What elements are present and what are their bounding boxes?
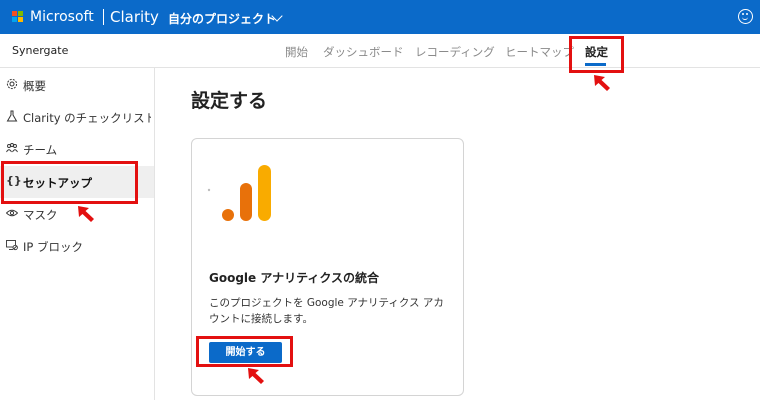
tab-start[interactable]: 開始 xyxy=(285,44,308,60)
sub-header: Synergate 開始 ダッシュボード レコーディング ヒートマップ 設定 xyxy=(0,34,760,68)
project-selector[interactable]: 自分のプロジェクト xyxy=(168,10,276,27)
sidebar-item-label: IP ブロック xyxy=(23,240,83,254)
annotation-box-settings-tab xyxy=(569,36,624,73)
flask-icon xyxy=(6,110,18,122)
tab-recordings[interactable]: レコーディング xyxy=(415,44,495,60)
gear-icon xyxy=(6,78,18,90)
sidebar-item-label: チーム xyxy=(23,143,58,157)
sidebar-item-team[interactable]: チーム xyxy=(0,134,154,164)
sidebar-item-label: Clarity のチェックリスト xyxy=(23,111,151,125)
brand-name: Microsoft xyxy=(30,9,94,25)
monitor-block-icon xyxy=(6,239,18,251)
microsoft-logo-icon xyxy=(12,11,24,23)
brand-divider xyxy=(103,9,104,25)
sidebar: 概要 Clarity のチェックリスト チーム {} セットアップ マスク IP… xyxy=(0,68,155,400)
page-title: 設定する xyxy=(191,90,268,112)
workspace-name: Synergate xyxy=(12,44,69,57)
sidebar-item-checklist[interactable]: Clarity のチェックリスト xyxy=(0,102,154,132)
sidebar-item-overview[interactable]: 概要 xyxy=(0,70,154,100)
product-name[interactable]: Clarity xyxy=(110,8,159,26)
annotation-box-start-button xyxy=(196,336,293,367)
annotation-arrow-icon xyxy=(78,206,94,222)
feedback-smiley-icon[interactable] xyxy=(738,9,753,24)
card-description: このプロジェクトを Google アナリティクス アカ ウントに接続します。 xyxy=(209,297,444,325)
people-icon xyxy=(6,142,18,154)
annotation-arrow-icon xyxy=(248,368,264,384)
sidebar-item-ip-block[interactable]: IP ブロック xyxy=(0,231,154,261)
tab-heatmaps[interactable]: ヒートマップ xyxy=(505,44,574,60)
sidebar-item-label: 概要 xyxy=(23,79,46,93)
eye-icon xyxy=(5,207,19,219)
tab-dashboard[interactable]: ダッシュボード xyxy=(323,44,404,60)
annotation-arrow-icon xyxy=(594,75,610,91)
google-analytics-icon xyxy=(207,165,271,221)
annotation-box-setup-item xyxy=(1,161,138,204)
card-title: Google アナリティクスの統合 xyxy=(209,271,380,285)
top-bar: Microsoft Clarity 自分のプロジェクト xyxy=(0,0,760,34)
